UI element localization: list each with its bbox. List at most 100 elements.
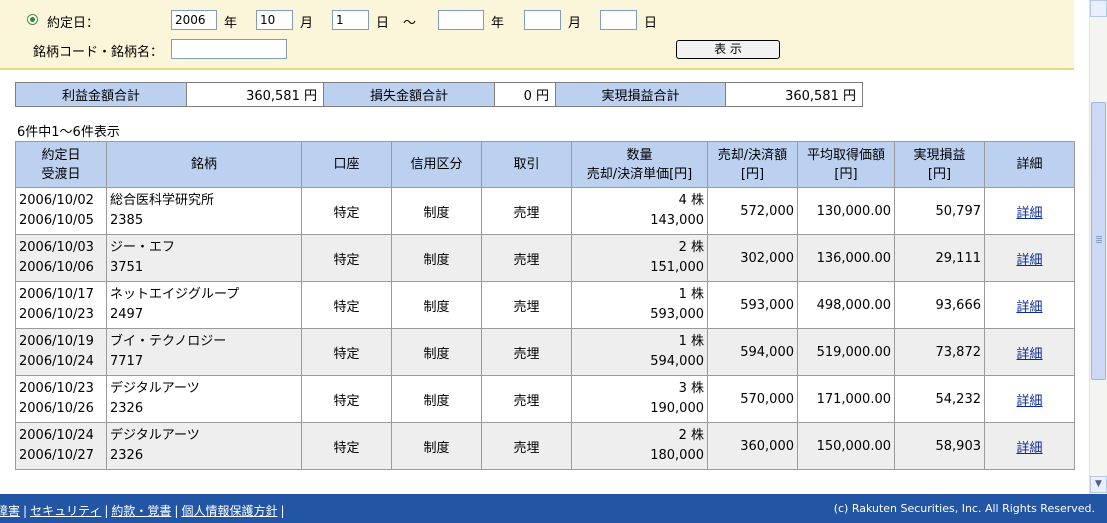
day-label: 日 bbox=[376, 16, 390, 31]
row-avg: 171,000.00 bbox=[797, 375, 895, 423]
row-trade: 売埋 bbox=[481, 375, 572, 423]
row-dates: 2006/10/17 2006/10/23 bbox=[15, 281, 107, 329]
row-account: 特定 bbox=[301, 375, 392, 423]
row-avg: 150,000.00 bbox=[797, 422, 895, 470]
row-avg: 136,000.00 bbox=[797, 234, 895, 282]
code-row: 銘柄コード・銘柄名： bbox=[0, 38, 1074, 60]
footer: 障害 | セキュリティ | 約款・覚書 | 個人情報保護方針 | (c) Rakuten Se… bbox=[0, 494, 1107, 523]
to-day-input[interactable] bbox=[600, 10, 637, 30]
row-account: 特定 bbox=[301, 187, 392, 235]
from-year-input[interactable] bbox=[171, 10, 217, 30]
header-pnl: 実現損益 [円] bbox=[894, 141, 985, 188]
table-header-row: 約定日 受渡日 銘柄 口座 信用区分 取引 数量 売却/決済単価[円] 売却/決済額… bbox=[15, 141, 1075, 188]
row-avg: 498,000.00 bbox=[797, 281, 895, 329]
vertical-scrollbar[interactable]: ▼ bbox=[1089, 0, 1107, 494]
row-account: 特定 bbox=[301, 328, 392, 376]
to-year-input[interactable] bbox=[438, 10, 484, 30]
from-day-input[interactable] bbox=[332, 10, 369, 30]
profit-total-label: 利益金額合計 bbox=[15, 82, 187, 107]
row-amount: 572,000 bbox=[707, 187, 798, 235]
detail-link[interactable]: 詳細 bbox=[1016, 206, 1042, 221]
row-amount: 302,000 bbox=[707, 234, 798, 282]
code-label: 銘柄コード・銘柄名： bbox=[33, 45, 164, 60]
row-trade: 売埋 bbox=[481, 422, 572, 470]
header-qty: 数量 売却/決済単価[円] bbox=[571, 141, 708, 188]
month-label: 月 bbox=[300, 16, 314, 31]
scroll-down-button[interactable]: ▼ bbox=[1090, 476, 1107, 493]
row-stock: デジタルアーツ 2326 bbox=[106, 422, 302, 470]
row-dates: 2006/10/24 2006/10/27 bbox=[15, 422, 107, 470]
row-pnl: 50,797 bbox=[894, 187, 985, 235]
summary-table: 利益金額合計 360,581 円 損失金額合計 0 円 実現損益合計 360,5… bbox=[15, 82, 863, 107]
footer-link-terms[interactable]: 約款・覚書 bbox=[111, 504, 171, 518]
footer-separator: | bbox=[174, 504, 179, 518]
detail-link[interactable]: 詳細 bbox=[1016, 300, 1042, 315]
row-amount: 593,000 bbox=[707, 281, 798, 329]
table-row: 2006/10/24 2006/10/27 デジタルアーツ 2326 特定 制度 売… bbox=[15, 422, 1075, 470]
footer-separator: | bbox=[280, 504, 285, 518]
row-detail-cell: 詳細 bbox=[984, 187, 1075, 235]
to-month-input[interactable] bbox=[524, 10, 561, 30]
header-trade: 取引 bbox=[481, 141, 572, 188]
row-avg: 130,000.00 bbox=[797, 187, 895, 235]
row-credit: 制度 bbox=[391, 187, 482, 235]
row-pnl: 54,232 bbox=[894, 375, 985, 423]
row-credit: 制度 bbox=[391, 328, 482, 376]
row-pnl: 93,666 bbox=[894, 281, 985, 329]
row-dates: 2006/10/03 2006/10/06 bbox=[15, 234, 107, 282]
table-row: 2006/10/19 2006/10/24 ブイ・テクノロジー 7717 特定 制度… bbox=[15, 328, 1075, 376]
footer-link-outage[interactable]: 障害 bbox=[0, 504, 20, 518]
row-trade: 売埋 bbox=[481, 281, 572, 329]
table-row: 2006/10/03 2006/10/06 ジー・エフ 3751 特定 制度 売埋 … bbox=[15, 234, 1075, 282]
footer-link-privacy[interactable]: 個人情報保護方針 bbox=[181, 504, 277, 518]
row-qty-price: 3 株 190,000 bbox=[571, 375, 708, 423]
trade-date-radio[interactable] bbox=[27, 14, 38, 25]
footer-links: 障害 | セキュリティ | 約款・覚書 | 個人情報保護方針 | bbox=[0, 502, 288, 519]
realized-total-label: 実現損益合計 bbox=[555, 82, 726, 107]
show-button[interactable]: 表 示 bbox=[676, 40, 780, 59]
code-input[interactable] bbox=[171, 39, 287, 59]
loss-total-label: 損失金額合計 bbox=[323, 82, 495, 107]
row-detail-cell: 詳細 bbox=[984, 328, 1075, 376]
header-account: 口座 bbox=[301, 141, 392, 188]
table-row: 2006/10/02 2006/10/05 総合医科学研究所 2385 特定 制度 … bbox=[15, 187, 1075, 235]
row-qty-price: 4 株 143,000 bbox=[571, 187, 708, 235]
row-detail-cell: 詳細 bbox=[984, 422, 1075, 470]
profit-total-value: 360,581 円 bbox=[186, 82, 324, 107]
detail-link[interactable]: 詳細 bbox=[1016, 394, 1042, 409]
to-year-label: 年 bbox=[491, 16, 505, 31]
row-account: 特定 bbox=[301, 422, 392, 470]
row-pnl: 73,872 bbox=[894, 328, 985, 376]
to-month-label: 月 bbox=[568, 16, 582, 31]
result-count: 6件中1～6件表示 bbox=[17, 125, 120, 140]
row-account: 特定 bbox=[301, 281, 392, 329]
scroll-up-button[interactable] bbox=[1090, 0, 1107, 17]
row-pnl: 58,903 bbox=[894, 422, 985, 470]
row-qty-price: 2 株 180,000 bbox=[571, 422, 708, 470]
row-detail-cell: 詳細 bbox=[984, 234, 1075, 282]
row-credit: 制度 bbox=[391, 422, 482, 470]
header-credit: 信用区分 bbox=[391, 141, 482, 188]
loss-total-value: 0 円 bbox=[494, 82, 556, 107]
row-credit: 制度 bbox=[391, 234, 482, 282]
grip-icon bbox=[1096, 236, 1102, 237]
row-amount: 570,000 bbox=[707, 375, 798, 423]
year-label: 年 bbox=[224, 16, 238, 31]
row-trade: 売埋 bbox=[481, 234, 572, 282]
scrollbar-thumb[interactable] bbox=[1091, 102, 1106, 380]
detail-link[interactable]: 詳細 bbox=[1016, 441, 1042, 456]
detail-link[interactable]: 詳細 bbox=[1016, 253, 1042, 268]
row-stock: ネットエイジグループ 2497 bbox=[106, 281, 302, 329]
header-amount: 売却/決済額 [円] bbox=[707, 141, 798, 188]
footer-link-security[interactable]: セキュリティ bbox=[30, 504, 101, 518]
realized-total-value: 360,581 円 bbox=[725, 82, 863, 107]
header-avg: 平均取得価額 [円] bbox=[797, 141, 895, 188]
results-table: 約定日 受渡日 銘柄 口座 信用区分 取引 数量 売却/決済単価[円] 売却/決済額… bbox=[15, 141, 1075, 470]
from-month-input[interactable] bbox=[256, 10, 293, 30]
detail-link[interactable]: 詳細 bbox=[1016, 347, 1042, 362]
copyright-text: (c) Rakuten Securities, Inc. All Rights … bbox=[833, 502, 1095, 515]
header-dates: 約定日 受渡日 bbox=[15, 141, 107, 188]
footer-separator: | bbox=[104, 504, 109, 518]
row-stock: ジー・エフ 3751 bbox=[106, 234, 302, 282]
to-day-label: 日 bbox=[644, 16, 658, 31]
